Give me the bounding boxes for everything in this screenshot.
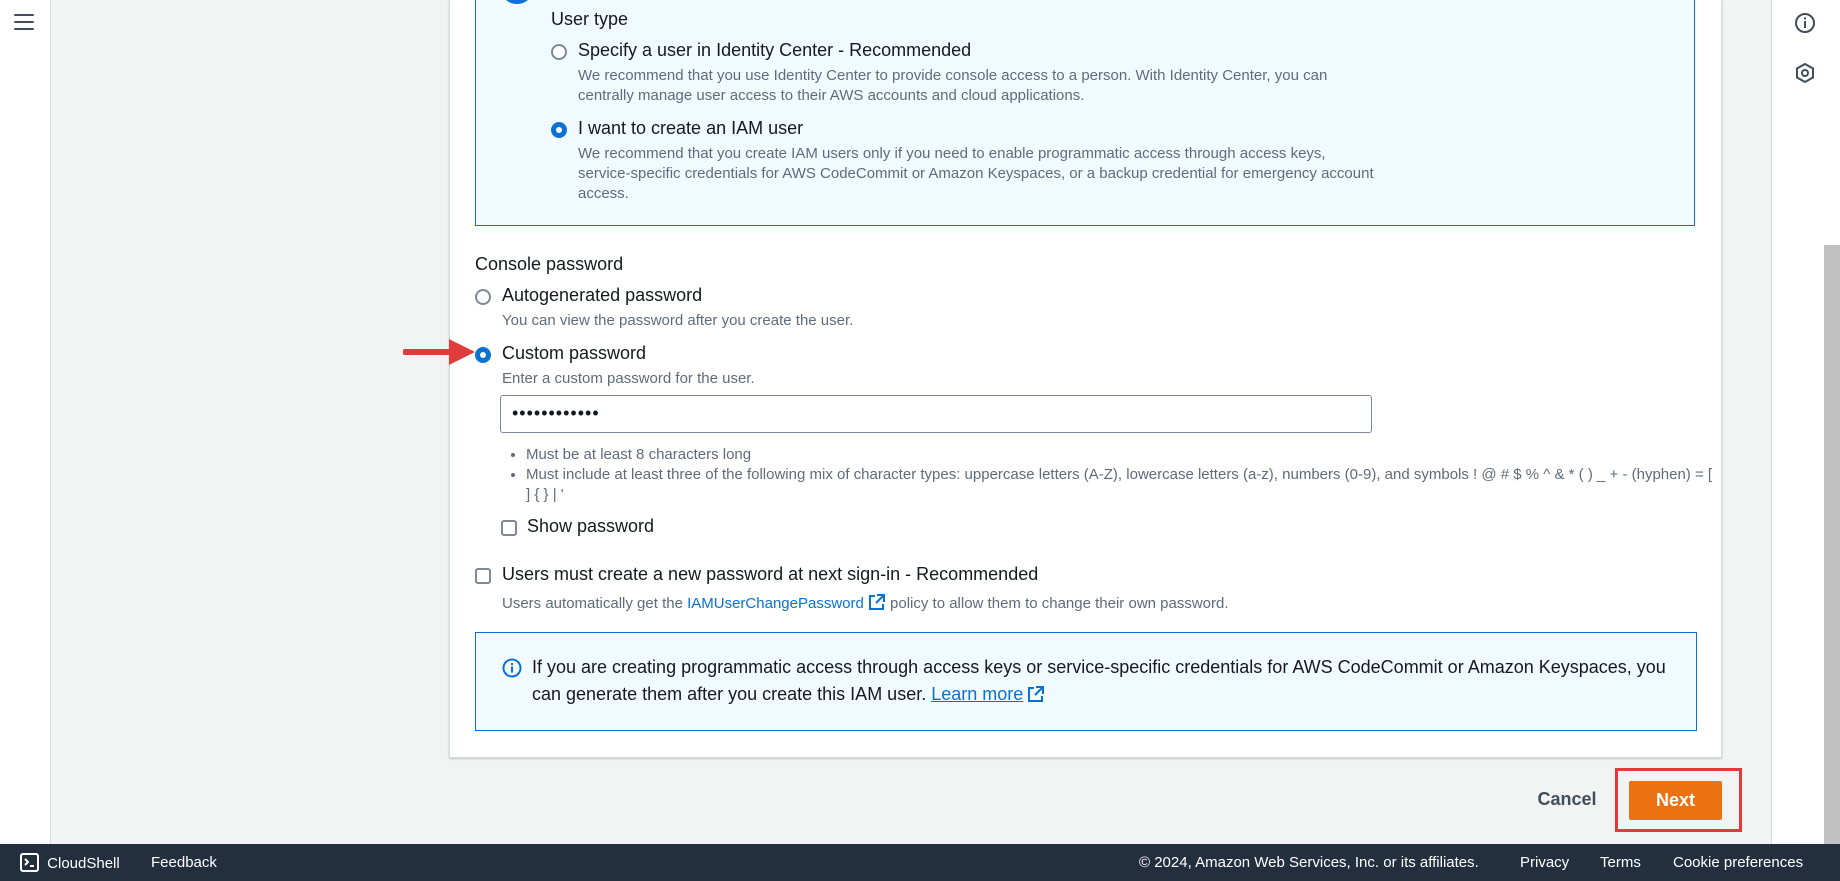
left-nav-rail (0, 0, 51, 844)
cancel-button[interactable]: Cancel (1522, 784, 1612, 814)
iam-user-label[interactable]: I want to create an IAM user (578, 118, 803, 139)
show-password-label[interactable]: Show password (527, 516, 654, 537)
identity-center-description-line: We recommend that you use Identity Cente… (578, 67, 1328, 84)
feedback-link[interactable]: Feedback (151, 854, 217, 871)
autogenerated-password-label[interactable]: Autogenerated password (502, 285, 702, 306)
iam-user-description-line: service-specific credentials for AWS Cod… (578, 165, 1374, 182)
privacy-link[interactable]: Privacy (1520, 854, 1569, 871)
reset-desc-before: Users automatically get the (502, 595, 688, 612)
programmatic-access-info-alert: If you are creating programmatic access … (475, 632, 1697, 731)
external-link-icon[interactable] (868, 593, 886, 611)
password-requirement: Must be at least 8 characters long (526, 445, 1716, 465)
info-alert-text: If you are creating programmatic access … (532, 654, 1682, 708)
page-scrollbar[interactable] (1824, 245, 1840, 844)
show-password-checkbox[interactable] (501, 520, 517, 536)
autogenerated-password-radio[interactable] (475, 289, 491, 305)
console-footer: CloudShell Feedback © 2024, Amazon Web S… (0, 844, 1840, 881)
password-requirements-list: Must be at least 8 characters long Must … (506, 445, 1716, 505)
hamburger-menu-icon[interactable] (14, 14, 34, 32)
custom-password-input[interactable]: •••••••••••• (500, 395, 1372, 433)
cloudshell-button[interactable]: CloudShell (20, 853, 120, 872)
iam-user-change-password-link[interactable]: IAMUserChangePassword (687, 595, 864, 612)
iam-user-description-line: We recommend that you create IAM users o… (578, 145, 1326, 162)
identity-center-description-line: centrally manage user access to their AW… (578, 87, 1085, 104)
user-type-box (475, 0, 1695, 226)
autogenerated-password-description: You can view the password after you crea… (502, 312, 854, 329)
custom-password-radio[interactable] (475, 347, 491, 363)
security-hexagon-icon[interactable] (1792, 60, 1818, 86)
learn-more-link[interactable]: Learn more (931, 684, 1023, 704)
iam-user-radio[interactable] (551, 122, 567, 138)
external-link-icon[interactable] (1027, 685, 1045, 703)
cloudshell-icon (20, 853, 39, 872)
custom-password-label[interactable]: Custom password (502, 343, 646, 364)
custom-password-description: Enter a custom password for the user. (502, 370, 755, 387)
red-arrow-annotation-icon (403, 339, 475, 365)
require-password-reset-checkbox[interactable] (475, 568, 491, 584)
next-button[interactable]: Next (1629, 781, 1722, 820)
user-type-heading: User type (551, 9, 629, 29)
copyright-text: © 2024, Amazon Web Services, Inc. or its… (1139, 854, 1479, 871)
iam-user-description-line: access. (578, 185, 629, 202)
terms-link[interactable]: Terms (1600, 854, 1641, 871)
console-password-heading: Console password (475, 254, 624, 274)
identity-center-radio[interactable] (551, 44, 567, 60)
info-alert-message: If you are creating programmatic access … (532, 657, 1666, 704)
reset-desc-after: policy to allow them to change their own… (885, 595, 1229, 612)
password-requirement: Must include at least three of the follo… (526, 465, 1716, 505)
info-icon (502, 658, 522, 678)
password-reset-description: Users automatically get the IAMUserChang… (502, 593, 1229, 614)
cloudshell-label: CloudShell (47, 855, 120, 872)
require-password-reset-label[interactable]: Users must create a new password at next… (502, 564, 1038, 585)
info-panel-icon[interactable] (1792, 10, 1818, 36)
cookie-preferences-link[interactable]: Cookie preferences (1673, 854, 1803, 871)
identity-center-label[interactable]: Specify a user in Identity Center - Reco… (578, 40, 971, 61)
